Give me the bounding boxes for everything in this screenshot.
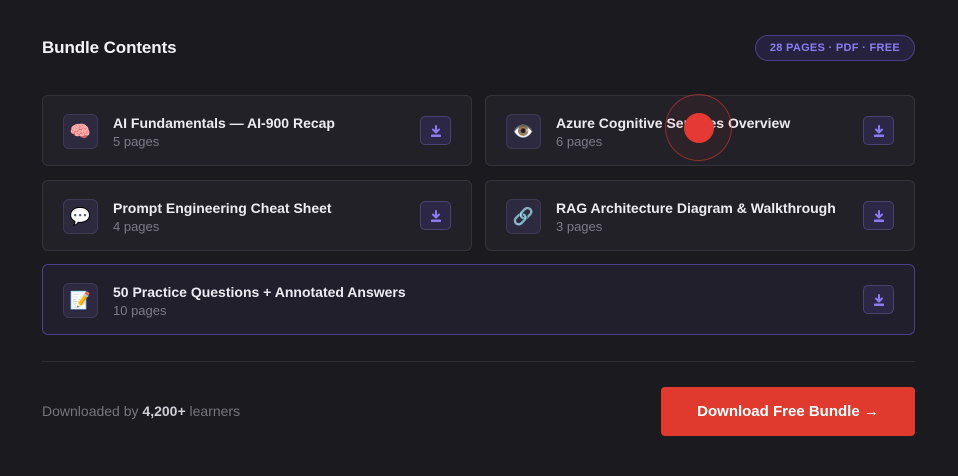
bundle-item: 🔗 RAG Architecture Diagram & Walkthrough… xyxy=(485,180,915,251)
bundle-item: 📝 50 Practice Questions + Annotated Answ… xyxy=(42,264,915,335)
memo-icon: 📝 xyxy=(63,283,98,318)
item-page-count: 5 pages xyxy=(113,134,160,149)
item-page-count: 4 pages xyxy=(113,219,160,234)
item-title: RAG Architecture Diagram & Walkthrough xyxy=(556,200,836,216)
download-icon xyxy=(430,209,441,222)
item-title: AI Fundamentals — AI-900 Recap xyxy=(113,115,335,131)
download-button[interactable] xyxy=(863,285,894,314)
link-icon: 🔗 xyxy=(506,199,541,234)
download-button[interactable] xyxy=(420,116,451,145)
learner-count: 4,200+ xyxy=(142,403,186,419)
download-icon xyxy=(430,124,441,137)
download-icon xyxy=(873,209,884,222)
item-page-count: 10 pages xyxy=(113,303,167,318)
download-button[interactable] xyxy=(863,116,894,145)
bundle-item: 💬 Prompt Engineering Cheat Sheet 4 pages xyxy=(42,180,472,251)
stats-suffix: learners xyxy=(185,403,241,419)
download-icon xyxy=(873,293,884,306)
bundle-header: Bundle Contents 28 PAGES · PDF · FREE xyxy=(42,34,915,62)
cursor-indicator xyxy=(684,113,714,143)
item-title: 50 Practice Questions + Annotated Answer… xyxy=(113,284,406,300)
download-button[interactable] xyxy=(420,201,451,230)
download-icon xyxy=(873,124,884,137)
item-page-count: 6 pages xyxy=(556,134,603,149)
stats-prefix: Downloaded by xyxy=(42,403,143,419)
section-title: Bundle Contents xyxy=(42,38,177,57)
divider xyxy=(42,361,915,362)
eye-icon: 👁️ xyxy=(506,114,541,149)
item-title: Prompt Engineering Cheat Sheet xyxy=(113,200,332,216)
bundle-item: 🧠 AI Fundamentals — AI-900 Recap 5 pages xyxy=(42,95,472,166)
brain-icon: 🧠 xyxy=(63,114,98,149)
download-stats: Downloaded by 4,200+ learners xyxy=(42,403,240,419)
download-free-bundle-button[interactable]: Download Free Bundle → xyxy=(661,387,915,436)
download-button[interactable] xyxy=(863,201,894,230)
speech-bubble-icon: 💬 xyxy=(63,199,98,234)
format-badge: 28 PAGES · PDF · FREE xyxy=(754,35,915,61)
item-page-count: 3 pages xyxy=(556,219,603,234)
